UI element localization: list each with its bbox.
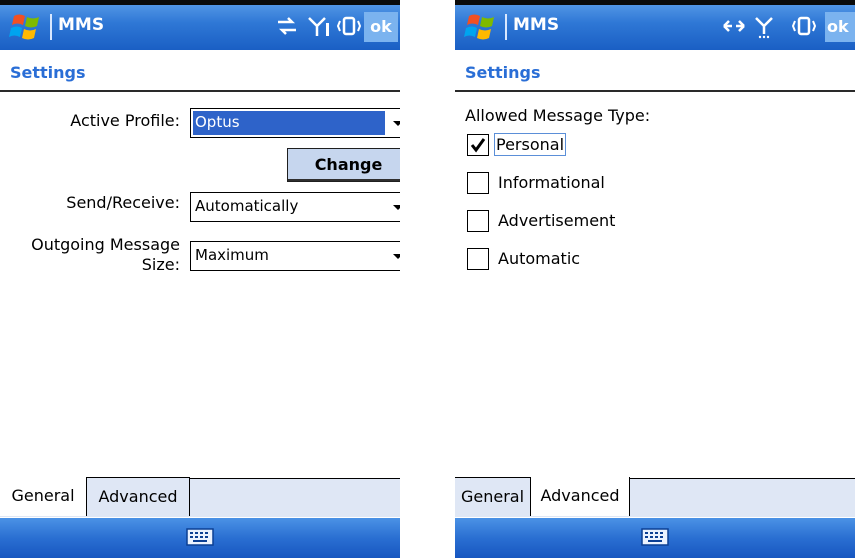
top-border [455, 0, 855, 5]
tab-bar: General Advanced [455, 477, 855, 518]
tab-general[interactable]: General [455, 477, 531, 516]
windows-flag-icon[interactable] [463, 12, 501, 42]
outgoing-size-value: Maximum [195, 246, 269, 264]
page-title: Settings [465, 63, 541, 82]
general-settings-screen: MMS ok Settings Active Profile: Optus Ch… [0, 0, 400, 558]
active-profile-value: Optus [195, 113, 240, 131]
change-button[interactable]: Change [287, 148, 400, 182]
allowed-message-type-label: Allowed Message Type: [465, 106, 651, 125]
settings-header: Settings [0, 50, 400, 92]
checkbox-automatic-label[interactable]: Automatic [498, 249, 580, 268]
chevron-down-icon [393, 205, 400, 210]
keyboard-icon[interactable] [186, 527, 214, 547]
outgoing-size-label: Outgoing Message Size: [10, 235, 180, 275]
ok-button[interactable]: ok [364, 12, 398, 42]
checkbox-personal[interactable] [467, 134, 489, 156]
title-bar: MMS ok [0, 0, 400, 50]
advanced-settings-screen: MMS ok Settings Allowed Message Type: Pe… [455, 0, 855, 558]
windows-flag-icon[interactable] [8, 12, 46, 42]
checkbox-automatic[interactable] [467, 248, 489, 270]
keyboard-icon[interactable] [641, 527, 669, 547]
chevron-down-icon [393, 121, 400, 126]
title-separator [505, 14, 507, 40]
send-receive-label: Send/Receive: [66, 193, 180, 212]
checkmark-icon [470, 138, 486, 153]
active-profile-label: Active Profile: [70, 111, 180, 130]
vibrate-icon[interactable] [791, 13, 817, 39]
ok-button[interactable]: ok [825, 12, 855, 42]
tab-advanced[interactable]: Advanced [531, 477, 630, 516]
checkbox-informational-label[interactable]: Informational [498, 173, 605, 192]
outgoing-size-label-line2: Size: [141, 255, 180, 274]
checkbox-advertisement[interactable] [467, 210, 489, 232]
checkbox-informational[interactable] [467, 172, 489, 194]
soft-key-bar [455, 518, 855, 558]
active-profile-select[interactable]: Optus [190, 108, 400, 138]
send-receive-select[interactable]: Automatically [190, 192, 400, 222]
signal-icon[interactable] [753, 13, 779, 39]
app-title: MMS [58, 15, 105, 35]
tab-general[interactable]: General [0, 477, 87, 516]
sync-icon[interactable] [721, 13, 747, 39]
title-separator [50, 14, 52, 40]
checkbox-advertisement-label[interactable]: Advertisement [498, 211, 615, 230]
vibrate-icon[interactable] [336, 13, 362, 39]
signal-icon[interactable] [306, 13, 332, 39]
connectivity-icon[interactable] [274, 13, 300, 39]
outgoing-size-select[interactable]: Maximum [190, 241, 400, 271]
page-title: Settings [10, 63, 86, 82]
soft-key-bar [0, 518, 400, 558]
top-border [0, 0, 400, 5]
tab-advanced[interactable]: Advanced [87, 477, 190, 516]
checkbox-personal-label[interactable]: Personal [493, 133, 567, 156]
tab-bar: General Advanced [0, 477, 400, 518]
settings-header: Settings [455, 50, 855, 92]
chevron-down-icon [393, 254, 400, 259]
outgoing-size-label-line1: Outgoing Message [31, 235, 180, 254]
title-bar: MMS ok [455, 0, 855, 50]
send-receive-value: Automatically [195, 197, 299, 215]
app-title: MMS [513, 15, 560, 35]
